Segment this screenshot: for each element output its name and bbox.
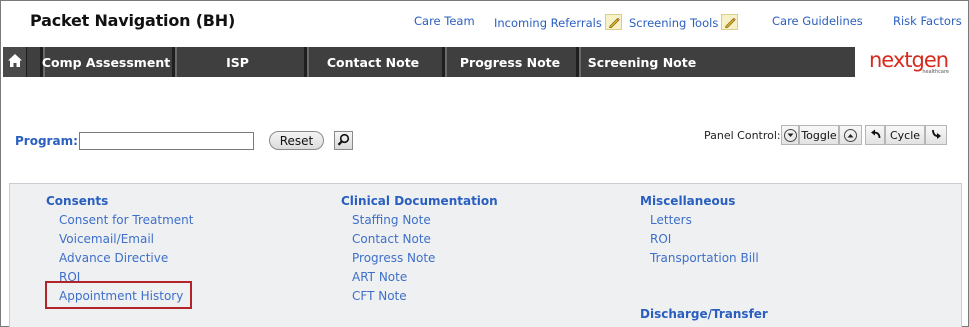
screening-tools-link[interactable]: Screening Tools [629,14,739,30]
section-heading: Consents [46,194,109,208]
miscellaneous-section: Miscellaneous Letters ROI Transportation… [640,193,759,269]
list-item[interactable]: Staffing Note [341,212,498,231]
appointment-history-link[interactable]: Appointment History [46,288,193,307]
list-item[interactable]: ROI [46,269,193,288]
tab-isp[interactable]: ISP [172,47,300,77]
section-heading: Clinical Documentation [341,194,498,208]
care-team-link[interactable]: Care Team [414,14,475,28]
magnifier-icon [337,131,350,150]
window-frame: Packet Navigation (BH) Care Team Incomin… [0,0,969,327]
panel-control-label: Panel Control: [704,129,781,142]
list-item[interactable]: CFT Note [341,288,498,307]
tab-progress-note[interactable]: Progress Note [442,47,575,77]
care-guidelines-link[interactable]: Care Guidelines [772,14,863,28]
toggle-button[interactable]: Toggle [799,125,839,145]
edit-pencil-icon[interactable] [604,14,622,30]
list-item[interactable]: ART Note [341,269,498,288]
redo-arrow-icon [931,129,942,142]
nextgen-logo: nextgen healthcare [867,48,951,78]
chevron-up-icon [844,128,857,142]
consents-section: Consents Consent for Treatment Voicemail… [46,193,193,307]
list-item[interactable]: Advance Directive [46,250,193,269]
discharge-transfer-heading: Discharge/Transfer [640,307,768,321]
tab-screening-note[interactable]: Screening Note [576,47,705,77]
search-button[interactable] [334,131,353,150]
packet-nav-bar: Comp Assessment ISP Contact Note Progres… [3,47,855,77]
list-item[interactable]: Contact Note [341,231,498,250]
tab-contact-note[interactable]: Contact Note [304,47,439,77]
list-item[interactable]: Progress Note [341,250,498,269]
logo-subtext: healthcare [922,69,949,75]
screening-tools-label: Screening Tools [629,16,719,30]
list-item[interactable]: Voicemail/Email [46,231,193,250]
undo-arrow-icon [870,129,881,142]
list-item[interactable]: Transportation Bill [640,250,759,269]
section-heading: Miscellaneous [640,194,736,208]
list-item[interactable]: ROI [640,231,759,250]
top-links: Care Team Incoming Referrals Screening T… [1,14,969,32]
panel-expand-button[interactable] [839,125,862,145]
program-input[interactable] [79,132,254,150]
cycle-forward-button[interactable] [925,125,947,145]
home-icon [7,53,23,72]
incoming-referrals-link[interactable]: Incoming Referrals [494,14,622,30]
cycle-back-button[interactable] [865,125,885,145]
incoming-referrals-label: Incoming Referrals [494,16,602,30]
panel-collapse-button[interactable] [781,125,799,145]
packet-content-panel: Consents Consent for Treatment Voicemail… [9,183,962,327]
edit-pencil-icon[interactable] [721,14,739,30]
program-label: Program: [15,134,78,148]
list-item[interactable]: Consent for Treatment [46,212,193,231]
clinical-documentation-section: Clinical Documentation Staffing Note Con… [341,193,498,307]
tab-comp-assessment[interactable]: Comp Assessment [40,47,170,77]
list-item[interactable]: Letters [640,212,759,231]
reset-button[interactable]: Reset [269,131,324,150]
risk-factors-link[interactable]: Risk Factors [893,14,962,28]
home-button[interactable] [3,47,27,77]
cycle-button[interactable]: Cycle [885,125,925,145]
chevron-down-icon [783,128,797,142]
